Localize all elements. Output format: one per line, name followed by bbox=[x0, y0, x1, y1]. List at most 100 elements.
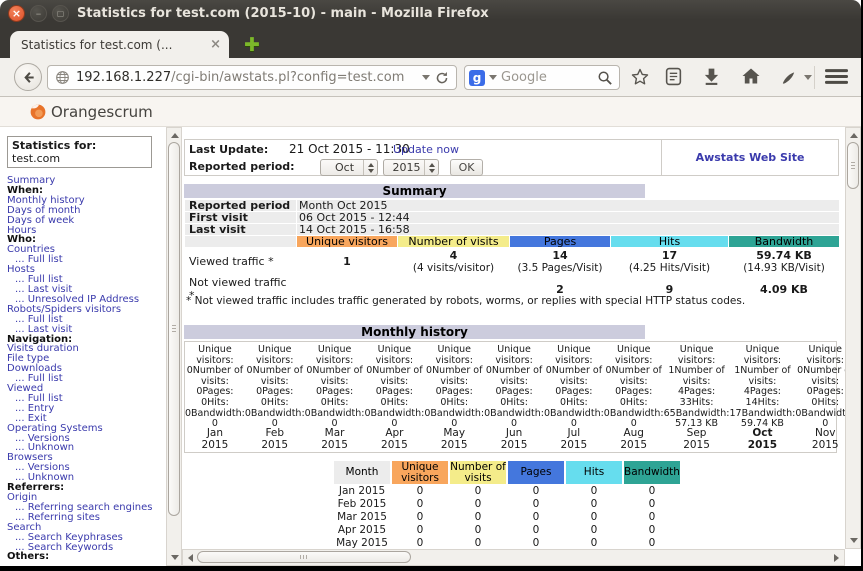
window-minimize-button[interactable]: – bbox=[30, 5, 47, 22]
monthly-column: Unique visitors: 0Number of visits: 0Pag… bbox=[484, 344, 544, 451]
share-dropdown-icon[interactable] bbox=[804, 75, 812, 80]
month-spinner-icon[interactable] bbox=[363, 160, 377, 175]
main-frame: Last Update: 21 Oct 2015 - 11:30 Update … bbox=[182, 127, 845, 566]
monthly-column: Unique visitors: 0Number of visits: 0Pag… bbox=[424, 344, 485, 451]
monthly-row-value: 0 bbox=[392, 499, 448, 510]
viewed-value-sub: (3.5 Pages/Visit) bbox=[517, 262, 603, 274]
summary-info-row: First visit 06 Oct 2015 - 12:44 bbox=[185, 212, 839, 223]
home-icon[interactable] bbox=[741, 67, 761, 89]
search-icon[interactable] bbox=[597, 70, 613, 86]
monthly-row-month: Apr 2015 bbox=[334, 525, 390, 536]
monthly-bar-alt-text: Unique visitors: 0Number of visits: 0Pag… bbox=[795, 344, 845, 430]
monthly-column: Unique visitors: 0Number of visits: 0Pag… bbox=[364, 344, 424, 451]
browser-tab[interactable]: Statistics for test.com (... × bbox=[10, 31, 229, 58]
monthly-metric-header: Hits bbox=[566, 461, 622, 484]
viewed-value-cell: 4 (4 visits/visitor) bbox=[398, 248, 509, 275]
month-column-header: Month bbox=[334, 461, 390, 484]
viewed-value-cell: 1 bbox=[297, 248, 397, 275]
monthly-bar-alt-text: Unique visitors: 0Number of visits: 0Pag… bbox=[603, 344, 664, 430]
viewed-value-cell: 17 (4.25 Hits/Visit) bbox=[611, 248, 728, 275]
monthly-table-row: Jan 2015 0 0 0 0 0 bbox=[334, 486, 680, 497]
reload-icon[interactable] bbox=[435, 71, 449, 85]
monthly-row-value: 0 bbox=[624, 499, 680, 510]
url-path: /cgi-bin/awstats.pl?config=test.com bbox=[171, 70, 405, 85]
metric-header: Bandwidth bbox=[729, 236, 839, 247]
main-scrollbar-thumb[interactable] bbox=[847, 142, 859, 189]
year-spinner-icon[interactable] bbox=[424, 160, 438, 175]
main-scrollbar-horizontal[interactable] bbox=[182, 549, 845, 566]
monthly-column-month: May 2015 bbox=[440, 427, 468, 451]
viewed-value-sub: (14.93 KB/Visit) bbox=[743, 262, 825, 274]
window-title: Statistics for test.com (2015-10) - main… bbox=[77, 6, 489, 21]
scroll-down-icon[interactable] bbox=[850, 538, 858, 543]
metric-header: Number of visits bbox=[398, 236, 509, 247]
month-select[interactable]: Oct bbox=[320, 159, 378, 176]
search-bar[interactable]: g Google bbox=[464, 65, 620, 90]
scroll-left-icon[interactable] bbox=[188, 554, 193, 562]
viewed-value-sub: (4.25 Hits/Visit) bbox=[628, 262, 711, 274]
sidebar-menu: Summary When: Monthly history Days of month… bbox=[7, 176, 165, 562]
awstats-page: Statistics for: test.com Summary When: Mon… bbox=[0, 127, 861, 566]
monthly-row-value: 0 bbox=[392, 538, 448, 549]
site-identity-globe-icon[interactable] bbox=[55, 70, 70, 85]
search-engine-dropdown-icon[interactable] bbox=[489, 75, 497, 80]
window-titlebar: × – ▢ Statistics for test.com (2015-10) … bbox=[0, 0, 861, 28]
sidebar-scrollbar[interactable] bbox=[166, 127, 182, 566]
menu-icon[interactable] bbox=[825, 67, 848, 90]
scroll-right-icon[interactable] bbox=[834, 554, 839, 562]
back-button[interactable] bbox=[14, 63, 42, 91]
monthly-row-month: Feb 2015 bbox=[334, 499, 390, 510]
sidebar-scrollbar-thumb[interactable] bbox=[168, 142, 180, 516]
search-engine-icon[interactable]: g bbox=[469, 69, 485, 86]
urlbar-dropdown-icon[interactable] bbox=[422, 75, 430, 80]
monthly-row-value: 0 bbox=[450, 525, 506, 536]
monthly-bar-alt-text: Unique visitors: 1Number of visits: 4Pag… bbox=[729, 344, 796, 430]
window-close-button[interactable]: × bbox=[8, 5, 25, 22]
search-input[interactable]: Google bbox=[501, 70, 597, 85]
main-scrollbar-vertical[interactable] bbox=[845, 127, 861, 549]
downloads-icon[interactable] bbox=[702, 67, 721, 90]
monthly-bar-alt-text: Unique visitors: 0Number of visits: 0Pag… bbox=[484, 344, 544, 430]
url-host: 192.168.1.227 bbox=[76, 70, 172, 85]
toolbar-separator bbox=[814, 66, 815, 89]
viewed-value: 1 bbox=[343, 255, 351, 268]
monthly-history-title: Monthly history bbox=[184, 325, 645, 339]
sidebar-link[interactable]: ... Last visit bbox=[7, 324, 165, 335]
share-icon[interactable] bbox=[781, 70, 796, 89]
monthly-row-value: 0 bbox=[392, 525, 448, 536]
bookmarks-menu-icon[interactable] bbox=[664, 67, 683, 90]
monthly-columns: Unique visitors: 0Number of visits: 0Pag… bbox=[185, 342, 845, 451]
update-now-link[interactable]: Update now bbox=[393, 143, 459, 156]
ok-button[interactable]: OK bbox=[450, 159, 483, 176]
scroll-up-icon[interactable] bbox=[850, 133, 858, 138]
year-select[interactable]: 2015 bbox=[383, 159, 439, 176]
horizontal-scrollbar-thumb[interactable] bbox=[197, 551, 411, 563]
not-viewed-value-cell: 4.09 KB bbox=[760, 282, 808, 296]
orangescrum-logo-icon bbox=[29, 103, 47, 125]
monthly-row-value: 0 bbox=[392, 512, 448, 523]
monthly-row-value: 0 bbox=[508, 538, 564, 549]
monthly-column-month: Apr 2015 bbox=[381, 427, 408, 451]
monthly-metric-header: Unique visitors bbox=[392, 461, 448, 484]
monthly-row-value: 0 bbox=[450, 499, 506, 510]
new-tab-button[interactable]: ✚ bbox=[237, 33, 267, 57]
awstats-website-link[interactable]: Awstats Web Site bbox=[696, 151, 805, 164]
monthly-row-value: 0 bbox=[392, 486, 448, 497]
monthly-row-value: 0 bbox=[566, 499, 622, 510]
monthly-row-value: 0 bbox=[566, 486, 622, 497]
monthly-column-month: Aug 2015 bbox=[620, 427, 648, 451]
summary-footnote: * Not viewed traffic includes traffic ge… bbox=[186, 295, 746, 307]
tab-close-icon[interactable]: × bbox=[204, 37, 221, 52]
monthly-row-month: Mar 2015 bbox=[334, 512, 390, 523]
summary-info-value: 06 Oct 2015 - 12:44 bbox=[297, 212, 839, 223]
url-bar[interactable]: 192.168.1.227/cgi-bin/awstats.pl?config=… bbox=[47, 65, 457, 90]
monthly-bar-alt-text: Unique visitors: 0Number of visits: 0Pag… bbox=[244, 344, 305, 430]
monthly-bar-alt-text: Unique visitors: 0Number of visits: 0Pag… bbox=[304, 344, 365, 430]
scroll-down-icon[interactable] bbox=[171, 555, 179, 560]
summary-header-row: Unique visitors Number of visits Pages Hits… bbox=[185, 236, 839, 247]
monthly-row-value: 0 bbox=[508, 486, 564, 497]
bookmark-star-icon[interactable] bbox=[630, 67, 650, 91]
scroll-up-icon[interactable] bbox=[171, 133, 179, 138]
window-maximize-button[interactable]: ▢ bbox=[52, 5, 69, 22]
monthly-bar-alt-text: Unique visitors: 0Number of visits: 0Pag… bbox=[424, 344, 485, 430]
